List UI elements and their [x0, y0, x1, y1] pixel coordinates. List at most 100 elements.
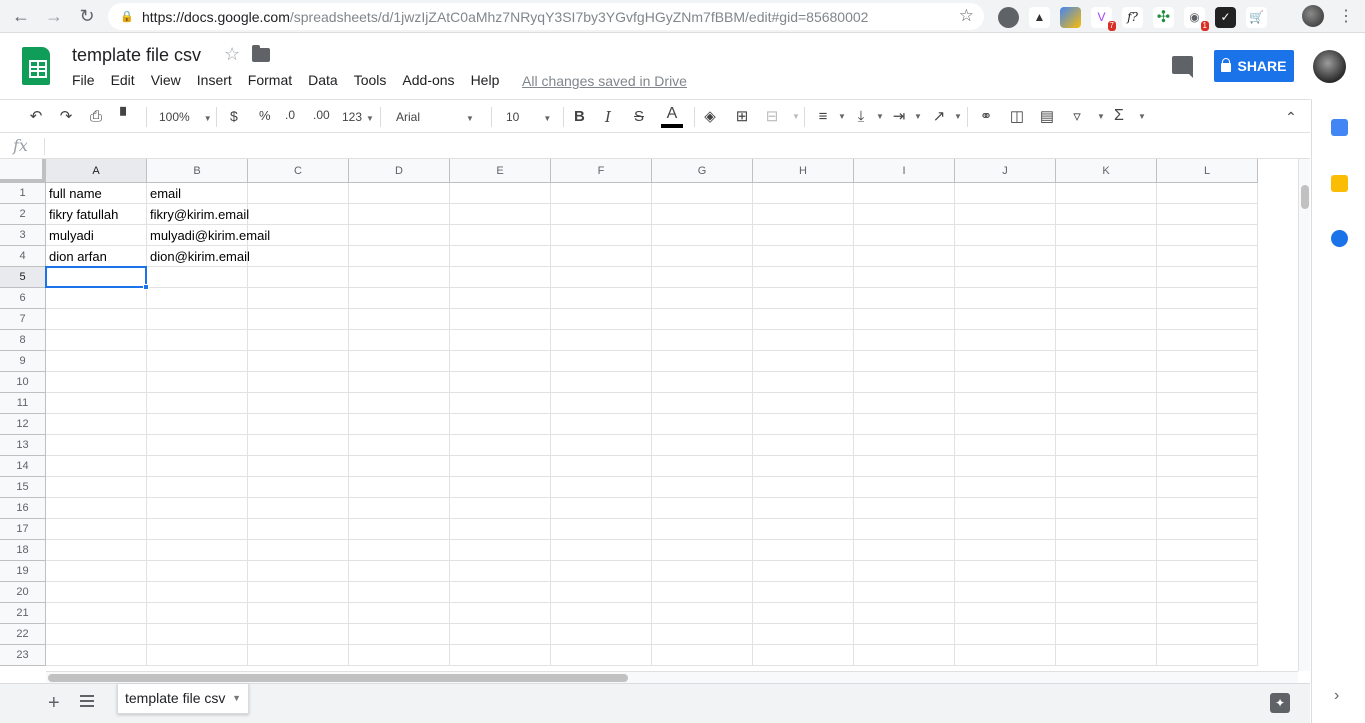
cell[interactable]: [1056, 351, 1157, 372]
cell[interactable]: [46, 540, 147, 561]
cell[interactable]: [1056, 372, 1157, 393]
cell[interactable]: [450, 540, 551, 561]
cell[interactable]: [955, 456, 1056, 477]
cell[interactable]: [248, 393, 349, 414]
cell[interactable]: [248, 645, 349, 666]
cell[interactable]: [349, 456, 450, 477]
cell[interactable]: [652, 582, 753, 603]
cell[interactable]: full name: [46, 183, 147, 204]
cell[interactable]: [1157, 477, 1258, 498]
cell[interactable]: [1157, 435, 1258, 456]
cell[interactable]: [551, 540, 652, 561]
cell[interactable]: [753, 477, 854, 498]
cell[interactable]: [147, 330, 248, 351]
cell[interactable]: [1056, 624, 1157, 645]
cell[interactable]: [753, 456, 854, 477]
cell[interactable]: [248, 582, 349, 603]
cell[interactable]: [450, 372, 551, 393]
more-formats-select[interactable]: 123 ▼: [342, 110, 374, 124]
cell[interactable]: [652, 477, 753, 498]
cell[interactable]: [854, 540, 955, 561]
cell[interactable]: [1056, 204, 1157, 225]
cell[interactable]: [854, 393, 955, 414]
cell[interactable]: [854, 267, 955, 288]
cell[interactable]: fikry@kirim.email: [147, 204, 249, 225]
paint-format-icon[interactable]: ▘: [118, 109, 134, 125]
cell[interactable]: [955, 519, 1056, 540]
cell[interactable]: [450, 435, 551, 456]
extension-icon[interactable]: ✓: [1215, 6, 1236, 28]
cell[interactable]: [46, 624, 147, 645]
cell[interactable]: [551, 288, 652, 309]
text-rotation-icon[interactable]: ↗: [931, 109, 947, 125]
cell[interactable]: [551, 435, 652, 456]
cell[interactable]: [349, 540, 450, 561]
cell[interactable]: [450, 582, 551, 603]
cell[interactable]: [955, 540, 1056, 561]
cell[interactable]: [1056, 456, 1157, 477]
percent-format-button[interactable]: %: [259, 108, 271, 123]
cell[interactable]: [349, 414, 450, 435]
cell[interactable]: [248, 183, 349, 204]
cell[interactable]: [753, 561, 854, 582]
row-header[interactable]: 11: [0, 393, 46, 414]
cell[interactable]: [753, 204, 854, 225]
cell[interactable]: [1157, 624, 1258, 645]
cell[interactable]: [955, 414, 1056, 435]
row-header[interactable]: 6: [0, 288, 46, 309]
cell[interactable]: [349, 267, 450, 288]
insert-link-icon[interactable]: ⚭: [978, 109, 994, 125]
cell[interactable]: [349, 372, 450, 393]
filter-icon[interactable]: ▿: [1069, 109, 1085, 125]
fill-handle[interactable]: [143, 284, 149, 290]
cell[interactable]: [450, 225, 551, 246]
cell[interactable]: [753, 393, 854, 414]
cell[interactable]: [652, 645, 753, 666]
cell[interactable]: [955, 246, 1056, 267]
cell[interactable]: [1157, 288, 1258, 309]
column-header[interactable]: J: [955, 159, 1056, 183]
increase-decimal-button[interactable]: .00: [313, 108, 330, 122]
cell[interactable]: [1157, 519, 1258, 540]
cell[interactable]: [349, 561, 450, 582]
bold-button[interactable]: B: [574, 108, 585, 125]
fill-color-icon[interactable]: ◈: [702, 109, 718, 125]
text-wrapping-icon[interactable]: ⇥: [891, 109, 907, 125]
row-header[interactable]: 4: [0, 246, 46, 267]
cell[interactable]: [147, 435, 248, 456]
cell[interactable]: [147, 372, 248, 393]
cell[interactable]: dion arfan: [46, 246, 147, 267]
cell[interactable]: [248, 372, 349, 393]
cell[interactable]: [955, 372, 1056, 393]
cell[interactable]: [248, 477, 349, 498]
cell[interactable]: [551, 582, 652, 603]
cell[interactable]: [450, 351, 551, 372]
cell[interactable]: [349, 309, 450, 330]
currency-format-button[interactable]: $: [230, 108, 238, 124]
cell[interactable]: [551, 645, 652, 666]
cell[interactable]: [450, 246, 551, 267]
row-header[interactable]: 9: [0, 351, 46, 372]
cell[interactable]: [652, 561, 753, 582]
extension-icon[interactable]: [1060, 6, 1081, 28]
horizontal-scrollbar[interactable]: [46, 671, 1298, 683]
cell[interactable]: [753, 351, 854, 372]
cell[interactable]: [450, 183, 551, 204]
cell[interactable]: [1056, 435, 1157, 456]
cell[interactable]: [1157, 414, 1258, 435]
vertical-align-icon[interactable]: ⤓: [853, 109, 869, 125]
sheet-tab[interactable]: template file csv ▼: [117, 684, 249, 714]
cell[interactable]: [450, 561, 551, 582]
cell[interactable]: [248, 540, 349, 561]
cell[interactable]: [248, 456, 349, 477]
save-status-link[interactable]: All changes saved in Drive: [522, 73, 687, 89]
reload-icon[interactable]: ↻: [72, 1, 102, 31]
insert-chart-icon[interactable]: ▤: [1039, 109, 1055, 125]
cell[interactable]: [248, 519, 349, 540]
column-header[interactable]: E: [450, 159, 551, 183]
cell[interactable]: [955, 204, 1056, 225]
cell[interactable]: [551, 561, 652, 582]
row-header[interactable]: 2: [0, 204, 46, 225]
cell[interactable]: [248, 246, 349, 267]
menu-insert[interactable]: Insert: [197, 72, 232, 88]
